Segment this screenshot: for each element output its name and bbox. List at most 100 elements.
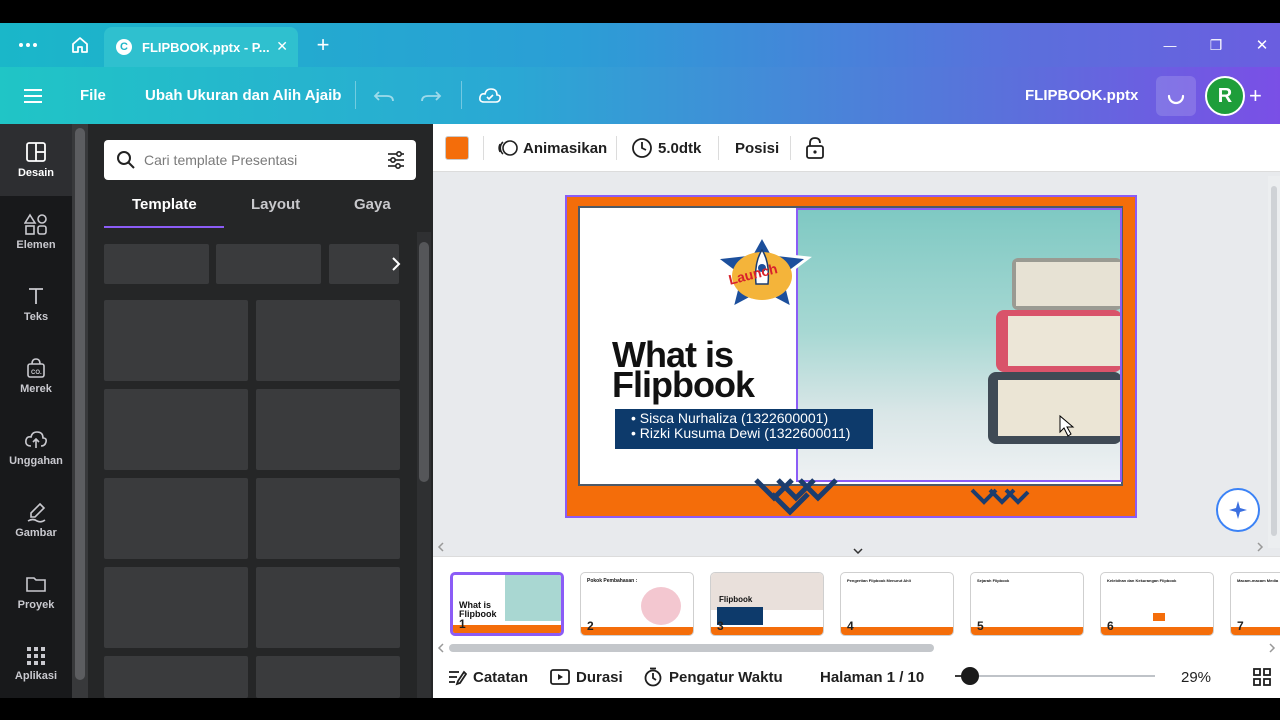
page-thumbnail[interactable]: What is Flipbook 1 bbox=[450, 572, 564, 636]
template-thumbnail[interactable] bbox=[256, 478, 400, 559]
template-thumbnail[interactable] bbox=[256, 389, 400, 470]
side-rail: Desain Elemen Teks CO. Merek Unggahan Ga… bbox=[0, 124, 72, 698]
page-number: 5 bbox=[977, 619, 984, 633]
apps-icon bbox=[27, 647, 45, 665]
more-icon[interactable] bbox=[10, 23, 46, 67]
rail-label: Merek bbox=[20, 383, 52, 395]
context-divider bbox=[483, 136, 484, 160]
template-thumbnail[interactable] bbox=[104, 567, 248, 648]
file-menu[interactable]: File bbox=[80, 67, 106, 124]
page-thumbnail[interactable]: Kelebihan dan Kekurangan Flipbook 6 bbox=[1100, 572, 1214, 636]
page-thumbnail[interactable]: Sejarah Flipbook 5 bbox=[970, 572, 1084, 636]
launch-badge[interactable]: Launch bbox=[710, 232, 814, 314]
undo-icon[interactable] bbox=[373, 67, 395, 124]
template-search-input[interactable]: Cari template Presentasi bbox=[104, 140, 416, 180]
menu-icon[interactable] bbox=[24, 67, 44, 124]
canvas-vertical-scrollbar[interactable] bbox=[1268, 176, 1280, 548]
position-button[interactable]: Posisi bbox=[735, 124, 779, 172]
author-names-box[interactable]: • Sisca Nurhaliza (1322600001) • Rizki K… bbox=[615, 409, 873, 449]
rail-item-proyek[interactable]: Proyek bbox=[0, 556, 72, 628]
canva-favicon-icon: C bbox=[116, 39, 132, 55]
timer-button[interactable]: Pengatur Waktu bbox=[643, 660, 783, 694]
layout-icon bbox=[26, 142, 46, 162]
page-thumbnail[interactable]: Pokok Pembahasan : 2 bbox=[580, 572, 694, 636]
template-thumbnail[interactable] bbox=[104, 656, 248, 698]
magic-assistant-icon[interactable] bbox=[1216, 488, 1260, 532]
home-icon[interactable] bbox=[62, 23, 98, 67]
duration-button[interactable]: 5.0dtk bbox=[631, 124, 701, 172]
lock-icon[interactable] bbox=[805, 124, 825, 172]
browser-tab-active[interactable]: C FLIPBOOK.pptx - P... ✕ bbox=[104, 27, 298, 67]
template-thumbnail[interactable] bbox=[256, 567, 400, 648]
slide-title[interactable]: What is Flipbook bbox=[612, 337, 755, 403]
panel-scrollbar[interactable] bbox=[72, 124, 88, 698]
resize-button[interactable]: Ubah Ukuran dan Alih Ajaib bbox=[145, 67, 341, 124]
rail-item-merek[interactable]: CO. Merek bbox=[0, 340, 72, 412]
clock-icon bbox=[632, 138, 652, 158]
rail-item-gambar[interactable]: Gambar bbox=[0, 484, 72, 556]
thumbnail-title: Flipbook bbox=[719, 595, 753, 604]
notes-button[interactable]: Catatan bbox=[447, 660, 528, 694]
thumbnail-title: What is Flipbook bbox=[459, 600, 497, 619]
animate-button[interactable]: Animasikan bbox=[497, 124, 607, 172]
scrollbar-thumb[interactable] bbox=[1271, 186, 1277, 536]
minimize-icon[interactable]: — bbox=[1156, 23, 1184, 67]
add-collaborator-button[interactable]: + bbox=[1249, 67, 1262, 124]
editor-footer: Catatan Durasi Pengatur Waktu Halaman 1 … bbox=[433, 660, 1280, 698]
template-thumbnail[interactable] bbox=[104, 478, 248, 559]
new-tab-icon[interactable]: + bbox=[308, 23, 338, 67]
duration-value: 5.0dtk bbox=[658, 139, 702, 157]
template-scrollbar[interactable] bbox=[417, 232, 431, 698]
scrollbar-thumb[interactable] bbox=[449, 644, 934, 652]
user-avatar[interactable]: R bbox=[1205, 76, 1245, 116]
chevron-decoration bbox=[752, 478, 842, 516]
zoom-slider[interactable] bbox=[955, 667, 1155, 685]
template-thumbnail[interactable] bbox=[104, 389, 248, 470]
template-thumbnail[interactable] bbox=[256, 656, 400, 698]
scrollbar-thumb[interactable] bbox=[419, 242, 429, 482]
template-thumbnail[interactable] bbox=[256, 300, 400, 381]
tab-layout[interactable]: Layout bbox=[251, 196, 300, 226]
animate-label: Animasikan bbox=[523, 139, 608, 157]
editor-toolbar: File Ubah Ukuran dan Alih Ajaib FLIPBOOK… bbox=[0, 67, 1280, 124]
tab-template[interactable]: Template bbox=[132, 196, 197, 226]
rail-item-elemen[interactable]: Elemen bbox=[0, 196, 72, 268]
page-number: 6 bbox=[1107, 619, 1114, 633]
grid-view-icon[interactable] bbox=[1253, 660, 1271, 694]
author-name: • Sisca Nurhaliza (1322600001) bbox=[631, 410, 829, 426]
page-thumbnail[interactable]: Flipbook 3 bbox=[710, 572, 824, 636]
duration-label: Durasi bbox=[576, 668, 623, 686]
rail-item-teks[interactable]: Teks bbox=[0, 268, 72, 340]
cloud-save-icon[interactable] bbox=[478, 67, 502, 124]
redo-icon[interactable] bbox=[420, 67, 442, 124]
restore-icon[interactable]: ❐ bbox=[1202, 23, 1230, 67]
slider-handle[interactable] bbox=[961, 667, 979, 685]
page-thumbnail[interactable]: Macam-macam Media 7 bbox=[1230, 572, 1280, 636]
rail-item-unggahan[interactable]: Unggahan bbox=[0, 412, 72, 484]
duration-toggle[interactable]: Durasi bbox=[550, 660, 623, 694]
notes-icon bbox=[449, 670, 467, 686]
thumbnail-scrollbar[interactable] bbox=[433, 641, 1280, 655]
page-indicator[interactable]: Halaman 1 / 10 bbox=[820, 660, 924, 694]
document-title[interactable]: FLIPBOOK.pptx bbox=[1025, 67, 1138, 124]
category-chip[interactable] bbox=[104, 244, 209, 284]
rail-label: Elemen bbox=[16, 239, 56, 251]
scrollbar-thumb[interactable] bbox=[75, 128, 85, 680]
shapes-icon bbox=[24, 213, 47, 235]
tab-gaya[interactable]: Gaya bbox=[354, 196, 391, 226]
page-thumbnail[interactable]: Pengertian Flipbook Menurut Ahli 4 bbox=[840, 572, 954, 636]
category-chip[interactable] bbox=[216, 244, 321, 284]
thumbnail-title: Sejarah Flipbook bbox=[977, 578, 1010, 583]
tab-close-icon[interactable]: ✕ bbox=[276, 38, 288, 55]
tab-title: FLIPBOOK.pptx - P... bbox=[142, 39, 270, 55]
color-swatch[interactable] bbox=[445, 136, 469, 160]
window-close-icon[interactable]: ✕ bbox=[1248, 23, 1276, 67]
chevron-right-icon[interactable] bbox=[384, 254, 408, 274]
context-divider bbox=[790, 136, 791, 160]
rail-item-desain[interactable]: Desain bbox=[0, 124, 72, 196]
zoom-percent[interactable]: 29% bbox=[1181, 660, 1211, 694]
page-number: 1 bbox=[459, 617, 466, 631]
template-thumbnail[interactable] bbox=[104, 300, 248, 381]
rail-item-aplikasi[interactable]: Aplikasi bbox=[0, 628, 72, 700]
brand-icon: CO. bbox=[27, 358, 45, 378]
